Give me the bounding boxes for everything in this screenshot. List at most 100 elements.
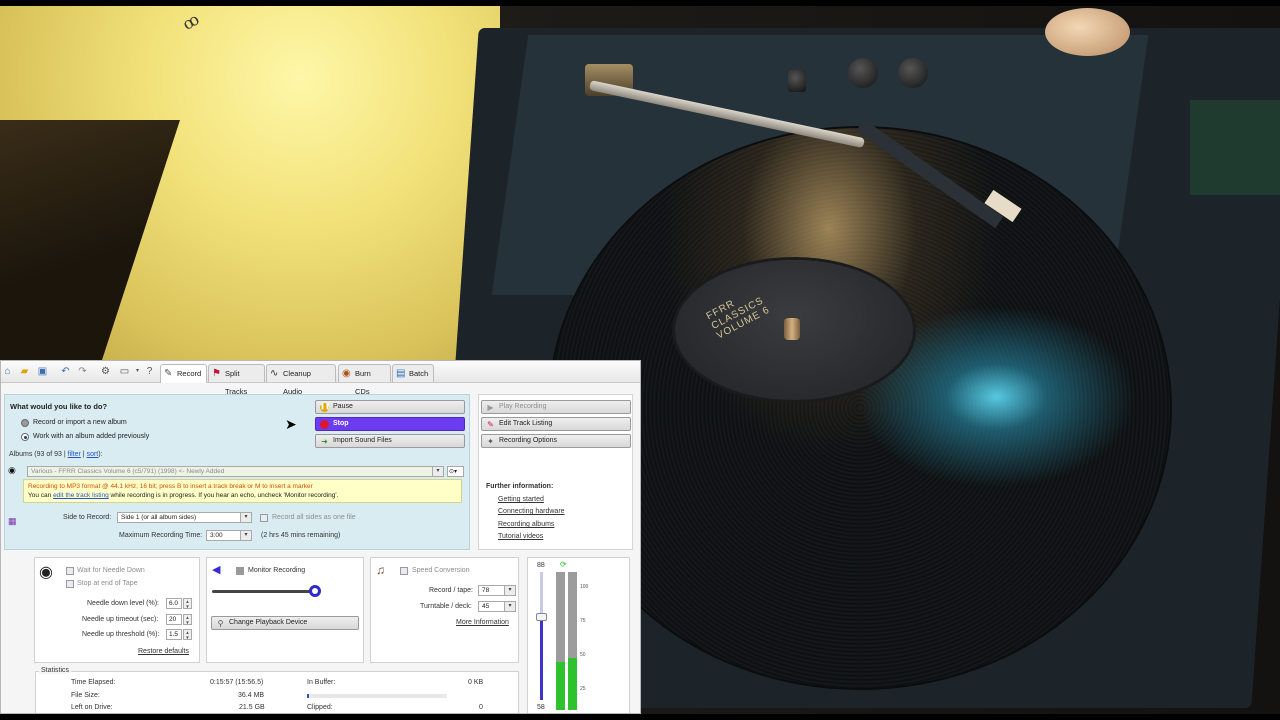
statistics-heading: Statistics — [39, 667, 72, 674]
max-recording-time-label: Maximum Recording Time: — [119, 532, 203, 539]
split-tracks-icon: ⚑ — [212, 368, 221, 379]
chevron-down-icon[interactable]: ▾ — [432, 467, 443, 476]
wrench-icon: ✦ — [487, 436, 494, 446]
help-icon[interactable]: ? — [144, 366, 155, 377]
home-icon[interactable]: ⌂ — [2, 366, 13, 377]
restore-defaults-link[interactable]: Restore defaults — [138, 648, 189, 655]
cleanup-audio-icon: ∿ — [270, 368, 279, 379]
spinner-arrows-icon[interactable]: ▲ ▼ — [183, 598, 192, 609]
chevron-down-icon[interactable]: ▾ — [504, 586, 515, 595]
dropdown-icon[interactable]: ▾ — [132, 366, 143, 377]
tutorial-videos-link[interactable]: Tutorial videos — [498, 533, 543, 540]
clipped-label: Clipped: — [307, 704, 333, 711]
stop-button[interactable]: Stop — [315, 417, 465, 431]
spinner-arrows-icon[interactable]: ▲ ▼ — [183, 614, 192, 625]
tab-batch[interactable]: ▤ Batch — [392, 364, 434, 382]
letterbox-bottom — [0, 714, 1280, 720]
scale-25: 25 — [580, 686, 586, 692]
burn-cds-icon: ◉ — [342, 368, 351, 379]
record-tape-label: Record / tape: — [429, 587, 473, 594]
album-select[interactable]: Various - FFRR Classics Volume 6 (c5/791… — [27, 466, 444, 477]
sort-link[interactable]: sort — [87, 451, 99, 458]
spinner-arrows-icon[interactable]: ▲ ▼ — [183, 629, 192, 640]
record-icon: ✎ — [164, 368, 173, 379]
recording-app-window: ⌂ ▰ ▣ ↶ ↷ ⚙ ▭ ▾ ? ✎ Record ⚑ Split Track… — [0, 360, 641, 714]
max-recording-time-select[interactable]: 3:00 ▾ — [206, 530, 252, 541]
needle-down-level-input[interactable]: 6.0 ▲ ▼ — [166, 598, 192, 609]
needle-down-level-label: Needle down level (%): — [87, 600, 159, 607]
monitor-volume-thumb[interactable] — [309, 585, 321, 597]
play-recording-button[interactable]: ▶ Play Recording — [481, 400, 631, 414]
speaker-icon: ◀ — [212, 564, 221, 576]
pause-button[interactable]: ❚❚ Pause — [315, 400, 465, 414]
needle-detection-box: ◉ Wait for Needle Down Stop at end of Ta… — [34, 557, 200, 663]
needle-up-threshold-input[interactable]: 1.5 ▲ ▼ — [166, 629, 192, 640]
further-information-heading: Further information: — [486, 483, 554, 490]
settings-icon[interactable]: ⚙ — [100, 366, 111, 377]
recording-options-button[interactable]: ✦ Recording Options — [481, 434, 631, 448]
record-tape-value: 78 — [482, 587, 490, 594]
recording-albums-link[interactable]: Recording albums — [498, 521, 554, 528]
option-existing-album-label[interactable]: Work with an album added previously — [33, 433, 149, 440]
tab-cleanup-audio[interactable]: ∿ Cleanup Audio — [266, 364, 336, 396]
needle-up-timeout-input[interactable]: 20 ▲ ▼ — [166, 614, 192, 625]
tab-split-tracks[interactable]: ⚑ Split Tracks — [208, 364, 265, 396]
record-all-sides-checkbox[interactable] — [260, 514, 268, 522]
link-icon[interactable]: ⟳ — [560, 560, 567, 569]
device-icon: ⚲ — [217, 618, 224, 628]
record-tape-select[interactable]: 78 ▾ — [478, 585, 516, 596]
undo-icon[interactable]: ↶ — [60, 366, 71, 377]
more-information-link[interactable]: More Information — [456, 619, 509, 626]
turntable-deck-label: Turntable / deck: — [420, 603, 472, 610]
gain-slider-track[interactable] — [540, 572, 543, 700]
option-new-album-label[interactable]: Record or import a new album — [33, 419, 127, 426]
album-menu-icon: ⊙▾ — [449, 469, 458, 475]
radio-existing-album[interactable] — [21, 433, 29, 441]
getting-started-link[interactable]: Getting started — [498, 496, 544, 503]
turntable-switch — [788, 70, 806, 92]
tab-burn-cds[interactable]: ◉ Burn CDs — [338, 364, 391, 396]
turntable-deck-select[interactable]: 45 ▾ — [478, 601, 516, 612]
folder-icon[interactable]: ▭ — [119, 366, 130, 377]
wait-needle-down-label[interactable]: Wait for Needle Down — [77, 567, 145, 574]
connecting-hardware-link[interactable]: Connecting hardware — [498, 508, 565, 515]
change-playback-device-button[interactable]: ⚲ Change Playback Device — [211, 616, 359, 630]
import-sound-files-button[interactable]: ➜ Import Sound Files — [315, 434, 465, 448]
notice-line-2-b: while recording is in progress. If you h… — [108, 492, 339, 499]
stop-end-of-tape-checkbox[interactable] — [66, 580, 74, 588]
stop-end-of-tape-label[interactable]: Stop at end of Tape — [77, 580, 138, 587]
chevron-down-icon[interactable]: ▾ — [240, 531, 251, 540]
tab-record[interactable]: ✎ Record — [160, 364, 207, 383]
spindle — [784, 318, 800, 340]
side-select-value: Side 1 (or all album sides) — [121, 514, 197, 521]
edit-track-listing-button[interactable]: ✎ Edit Track Listing — [481, 417, 631, 431]
letterbox-top — [0, 0, 1280, 6]
question-heading: What would you like to do? — [10, 402, 108, 411]
edit-track-listing-link[interactable]: edit the track listing — [53, 492, 109, 499]
gain-slider-thumb[interactable] — [536, 613, 547, 621]
speed-conversion-box: ♫ Speed Conversion Record / tape: 78 ▾ T… — [370, 557, 519, 663]
albums-count-text: Albums (93 of 93 | — [9, 451, 68, 458]
album-menu-button[interactable]: ⊙▾ — [447, 466, 464, 477]
chevron-down-icon[interactable]: ▾ — [504, 602, 515, 611]
radio-new-album[interactable] — [21, 419, 29, 427]
stop-icon — [320, 419, 329, 429]
speed-conversion-label[interactable]: Speed Conversion — [412, 567, 470, 574]
record-all-sides-label[interactable]: Record all sides as one file — [272, 514, 356, 521]
left-channel-meter — [556, 572, 565, 710]
monitor-volume-track[interactable] — [212, 590, 319, 593]
albums-count-end: ): — [98, 451, 103, 458]
wait-needle-down-checkbox[interactable] — [66, 567, 74, 575]
redo-icon[interactable]: ↷ — [77, 366, 88, 377]
left-on-drive-label: Left on Drive: — [71, 704, 113, 711]
speed-conversion-checkbox[interactable] — [400, 567, 408, 575]
side-select[interactable]: Side 1 (or all album sides) ▾ — [117, 512, 252, 523]
monitor-recording-checkbox[interactable] — [236, 567, 244, 575]
level-meter-box: 88 ⟳ 58 100 75 50 25 0 — [527, 557, 630, 713]
filter-link[interactable]: filter — [68, 451, 81, 458]
save-icon[interactable]: ▣ — [37, 366, 48, 377]
open-icon[interactable]: ▰ — [19, 366, 30, 377]
chevron-down-icon[interactable]: ▾ — [240, 513, 251, 522]
needle-up-timeout-value: 20 — [169, 616, 177, 623]
monitor-recording-label[interactable]: Monitor Recording — [248, 567, 305, 574]
